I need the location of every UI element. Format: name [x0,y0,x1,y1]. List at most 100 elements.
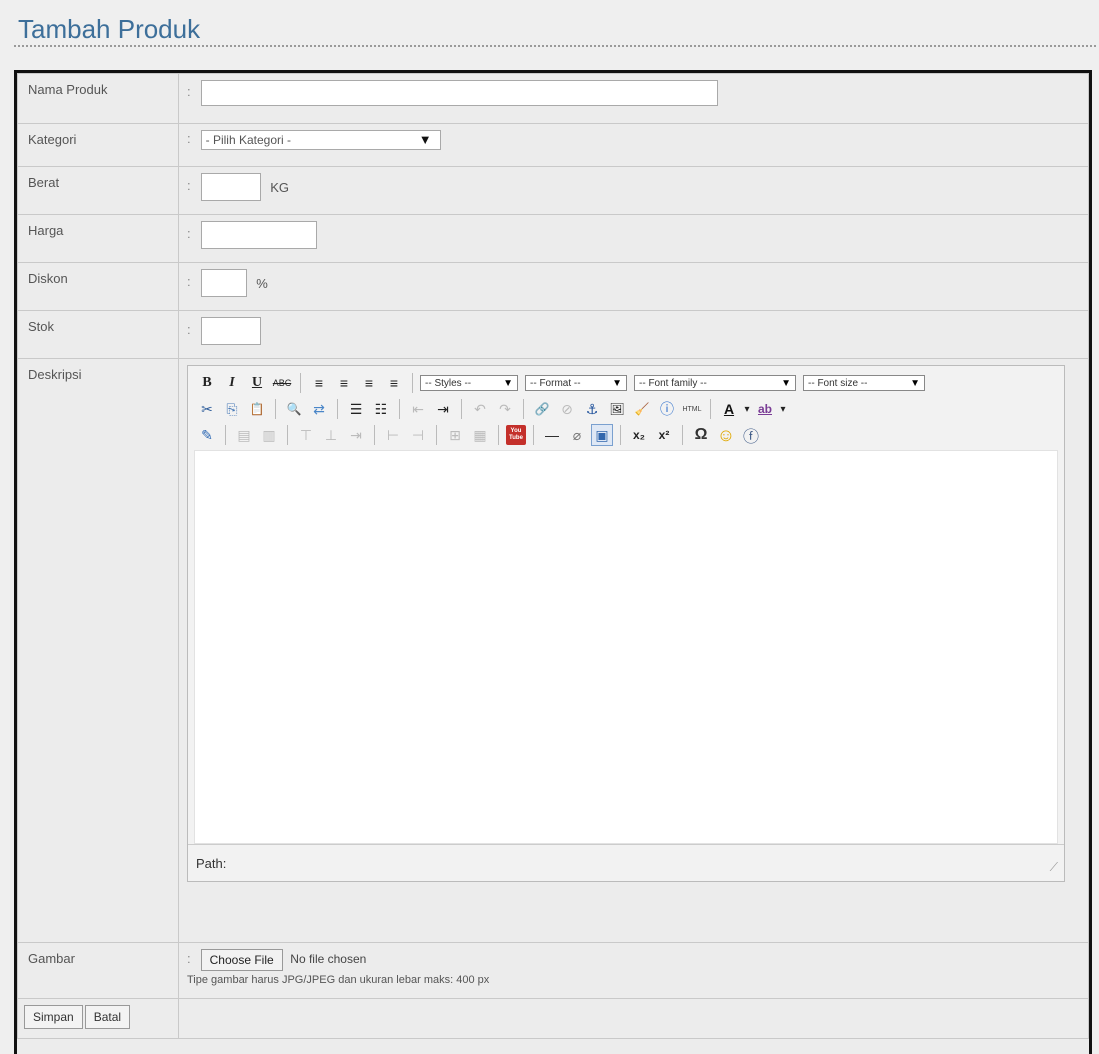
toolbar-row-3: ✎ ▤ ▥ ⊤ ⊥ ⇥ ⊢ ⊣ ⊞ ▦ You Tube — ⌀ ▣ x₂ x²… [196,422,1058,448]
emoticon-icon[interactable]: ☺ [715,424,737,446]
subscript-icon[interactable]: x₂ [628,424,650,446]
berat-input[interactable] [200,173,261,201]
italic-icon[interactable]: I [221,372,243,394]
toolbar-separator [533,425,534,445]
label-berat: Berat [17,166,179,215]
chevron-down-icon[interactable]: ▾ [743,398,751,420]
edit-css-icon[interactable]: ✎ [196,424,218,446]
row-deskripsi: Deskripsi B I U ABC ≡ ≡ ≡ ≡ -- Styles --… [17,358,1089,943]
toolbar-separator [287,425,288,445]
paste-icon[interactable]: 📋 [246,398,268,420]
fullscreen-icon[interactable]: ▣ [591,424,613,446]
styles-select[interactable]: -- Styles -- ▼ [420,375,518,391]
find-icon[interactable]: 🔍 [283,398,305,420]
chevron-down-icon: ▼ [910,377,920,389]
omega-icon[interactable]: Ω [690,424,712,446]
bold-icon[interactable]: B [196,372,218,394]
diskon-input[interactable] [200,269,247,297]
outdent-icon[interactable]: ⇤ [407,398,429,420]
cancel-button[interactable]: Batal [84,1005,131,1029]
row-gambar: Gambar : Choose File No file chosen Tipe… [17,942,1089,999]
help-icon[interactable]: ⓘ [656,398,678,420]
cut-icon[interactable]: ✂ [196,398,218,420]
toolbar-separator [337,399,338,419]
table-props-icon[interactable]: ▤ [233,424,255,446]
toolbar-separator [498,425,499,445]
copy-icon[interactable]: ⎘ [221,398,243,420]
align-justify-icon[interactable]: ≡ [383,372,405,394]
kategori-select[interactable]: - Pilih Kategori - ▼ [200,130,441,150]
bullet-list-icon[interactable]: ☰ [345,398,367,420]
align-left-icon[interactable]: ≡ [308,372,330,394]
stok-input[interactable] [200,317,261,345]
numbered-list-icon[interactable]: ☷ [370,398,392,420]
choose-file-button[interactable]: Choose File [200,949,283,971]
label-diskon: Diskon [17,262,179,311]
delete-row-icon[interactable]: ⇥ [345,424,367,446]
toolbar-separator [225,425,226,445]
col-before-icon[interactable]: ⊢ [382,424,404,446]
toolbar-separator [275,399,276,419]
undo-icon[interactable]: ↶ [469,398,491,420]
align-center-icon[interactable]: ≡ [333,372,355,394]
diskon-unit: % [256,275,268,291]
anchor-icon[interactable]: ⚓ [581,398,603,420]
toolbar-separator [682,425,683,445]
title-divider [14,45,1096,47]
remove-format-icon[interactable]: ⌀ [566,424,588,446]
unlink-icon[interactable]: ⊘ [556,398,578,420]
link-icon[interactable]: 🔗 [531,398,553,420]
redo-icon[interactable]: ↷ [494,398,516,420]
cell-props-icon[interactable]: ▥ [258,424,280,446]
toolbar-separator [374,425,375,445]
align-right-icon[interactable]: ≡ [358,372,380,394]
format-select[interactable]: -- Format -- ▼ [525,375,627,391]
highlight-color-icon[interactable]: ab [754,398,776,420]
row-berat: Berat : KG [17,166,1089,215]
rich-text-editor: B I U ABC ≡ ≡ ≡ ≡ -- Styles -- ▼ -- Form… [187,365,1065,882]
form-table: Nama Produk : Kategori : - Pilih Kategor… [17,73,1089,1039]
cleanup-icon[interactable]: 🧹 [631,398,653,420]
chevron-down-icon[interactable]: ▾ [779,398,787,420]
chevron-down-icon: ▼ [612,377,622,389]
youtube-icon[interactable]: You Tube [506,425,526,445]
toolbar-separator [300,373,301,393]
horizontal-rule-icon[interactable]: — [541,424,563,446]
col-after-icon[interactable]: ⊣ [407,424,429,446]
row-nama-produk: Nama Produk : [17,73,1089,124]
replace-icon[interactable]: ⇄ [308,398,330,420]
row-kategori: Kategori : - Pilih Kategori - ▼ [17,123,1089,167]
colon: : [187,274,191,290]
label-harga: Harga [17,214,179,263]
strikethrough-icon[interactable]: ABC [271,372,293,394]
save-button[interactable]: Simpan [24,1005,83,1029]
resize-handle-icon[interactable]: ⟋ [1050,860,1058,875]
html-icon[interactable]: HTML [681,398,703,420]
colon: : [187,84,191,100]
flash-icon[interactable]: ⓕ [740,424,762,446]
colon: : [187,226,191,242]
row-before-icon[interactable]: ⊤ [295,424,317,446]
toolbar-separator [523,399,524,419]
editor-content-area[interactable] [194,450,1058,844]
editor-statusbar: Path: ⟋ [188,844,1064,881]
underline-icon[interactable]: U [246,372,268,394]
toolbar-separator [620,425,621,445]
editor-toolbar: B I U ABC ≡ ≡ ≡ ≡ -- Styles -- ▼ -- Form… [188,366,1064,450]
nama-produk-input[interactable] [200,80,718,106]
colon: : [187,131,191,147]
indent-icon[interactable]: ⇥ [432,398,454,420]
kategori-selected: - Pilih Kategori - [205,133,291,147]
table-icon[interactable]: ▦ [469,424,491,446]
superscript-icon[interactable]: x² [653,424,675,446]
row-after-icon[interactable]: ⊥ [320,424,342,446]
colon: : [187,951,191,967]
font-size-select[interactable]: -- Font size -- ▼ [803,375,925,391]
harga-input[interactable] [200,221,317,249]
font-family-select[interactable]: -- Font family -- ▼ [634,375,796,391]
visual-aid-icon[interactable]: ⊞ [444,424,466,446]
text-color-icon[interactable]: A [718,398,740,420]
row-harga: Harga : [17,214,1089,263]
font-size-select-label: -- Font size -- [808,377,868,389]
image-icon[interactable]: 🖼 [606,398,628,420]
